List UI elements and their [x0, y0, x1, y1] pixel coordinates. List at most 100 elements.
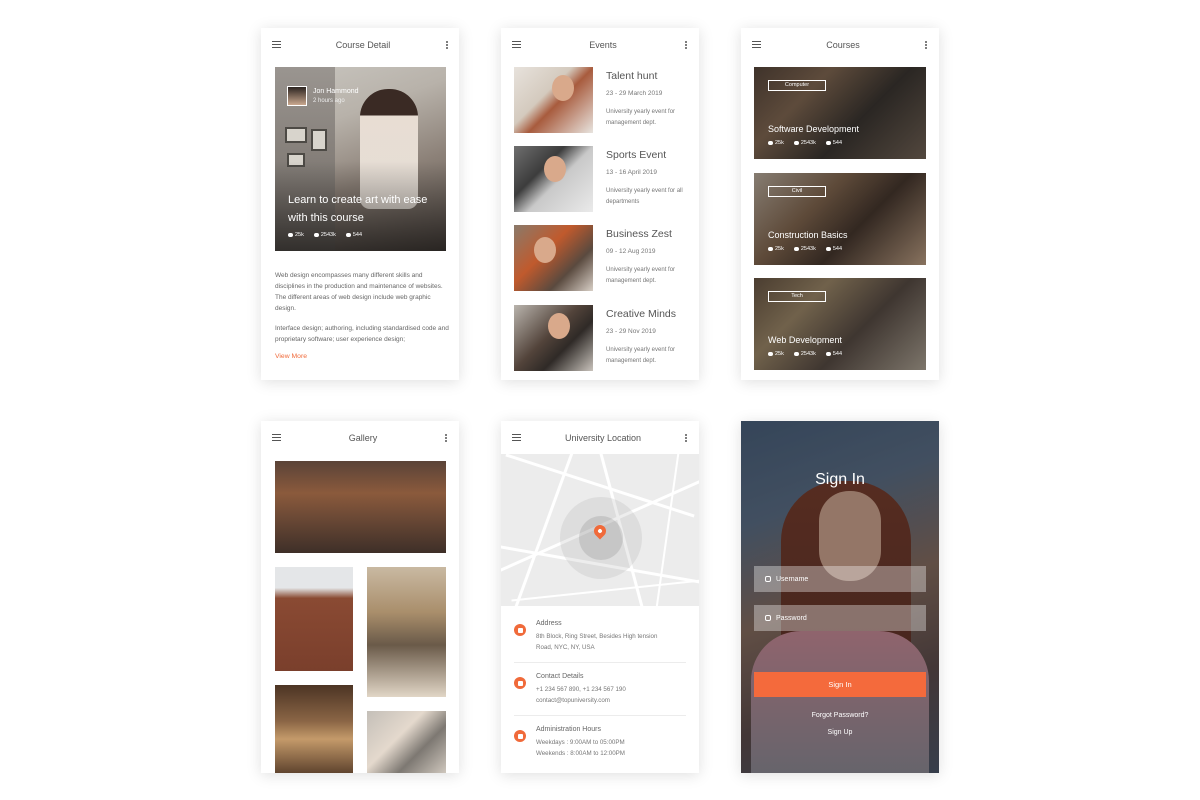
- pencil-icon: [825, 246, 831, 251]
- course-title: Web Development: [768, 335, 842, 345]
- course-hero-image[interactable]: Jon Hammond 2 hours ago Learn to create …: [275, 67, 446, 251]
- hamburger-icon[interactable]: [752, 41, 761, 48]
- event-description: University yearly event for management d…: [606, 267, 676, 284]
- forgot-password-link[interactable]: Forgot Password?: [741, 712, 939, 719]
- course-card[interactable]: Computer Software Development 25k 2543k …: [754, 67, 926, 159]
- event-description: University yearly event for management d…: [606, 347, 676, 364]
- hamburger-icon[interactable]: [272, 41, 281, 48]
- event-date: 23 - 29 Nov 2019: [606, 328, 656, 335]
- event-title: Creative Minds: [606, 308, 677, 320]
- comments-count: 544: [832, 140, 843, 146]
- course-title: Construction Basics: [768, 230, 848, 240]
- signin-button[interactable]: Sign In: [754, 672, 926, 697]
- event-date: 13 - 16 April 2019: [606, 169, 657, 176]
- event-date: 09 - 12 Aug 2019: [606, 248, 656, 255]
- course-card[interactable]: Tech Web Development 25k 2543k 544: [754, 278, 926, 370]
- hamburger-icon[interactable]: [272, 434, 281, 441]
- app-bar: Events: [501, 28, 699, 61]
- kebab-icon[interactable]: [925, 40, 928, 49]
- username-field[interactable]: Username: [754, 566, 926, 592]
- course-tag: Computer: [768, 80, 826, 91]
- comment-icon: [345, 232, 351, 237]
- gallery-image-library-hall[interactable]: [275, 461, 446, 553]
- address-line: 8th Block, Ring Street, Besides High ten…: [536, 633, 658, 640]
- hamburger-icon[interactable]: [512, 434, 521, 441]
- views-count: 2543k: [800, 351, 816, 357]
- eye-icon: [793, 246, 799, 251]
- pencil-icon: [825, 140, 831, 145]
- contact-phones[interactable]: +1 234 567 890, +1 234 567 190: [536, 686, 626, 693]
- app-bar: University Location: [501, 421, 699, 454]
- gallery-image-laptop[interactable]: [367, 711, 446, 773]
- screen-title: Course Detail: [335, 39, 391, 50]
- password-field[interactable]: Password: [754, 605, 926, 631]
- events-screen: Events Talent hunt 23 - 29 March 2019 Un…: [501, 28, 699, 380]
- signin-title: Sign In: [815, 471, 865, 488]
- likes-count: 25k: [295, 232, 304, 238]
- hamburger-icon[interactable]: [512, 41, 521, 48]
- kebab-icon[interactable]: [685, 40, 688, 49]
- course-headline: Learn to create art with ease with this …: [288, 194, 428, 224]
- username-placeholder: Username: [776, 575, 809, 583]
- screen-title: Courses: [826, 39, 860, 50]
- signup-link[interactable]: Sign Up: [741, 729, 939, 736]
- kebab-icon[interactable]: [445, 433, 448, 442]
- event-item[interactable]: Sports Event 13 - 16 April 2019 Universi…: [514, 146, 690, 212]
- contact-label: Contact Details: [536, 673, 584, 680]
- kebab-icon[interactable]: [445, 40, 448, 49]
- contact-email[interactable]: contact@topuniversity.com: [536, 697, 610, 704]
- view-more-link[interactable]: View More: [275, 353, 307, 360]
- lock-icon: [765, 615, 771, 621]
- event-item[interactable]: Creative Minds 23 - 29 Nov 2019 Universi…: [514, 305, 690, 371]
- hours-label: Administration Hours: [536, 726, 601, 733]
- comments-count: 544: [832, 351, 843, 357]
- eye-icon: [793, 351, 799, 356]
- course-stats: 25k 2543k 544: [288, 232, 362, 238]
- avatar[interactable]: [287, 86, 307, 106]
- event-thumbnail: [514, 305, 593, 371]
- chat-icon: [514, 677, 526, 689]
- event-item[interactable]: Talent hunt 23 - 29 March 2019 Universit…: [514, 67, 690, 133]
- event-title: Sports Event: [606, 149, 667, 161]
- author-name: Jon Hammond: [313, 88, 359, 95]
- course-title: Software Development: [768, 124, 860, 134]
- likes-count: 25k: [775, 246, 784, 252]
- heart-icon: [768, 351, 773, 356]
- likes-count: 25k: [775, 351, 784, 357]
- kebab-icon[interactable]: [685, 433, 688, 442]
- views-count: 2543k: [320, 232, 336, 238]
- gallery-image-tower[interactable]: [275, 567, 353, 671]
- password-placeholder: Password: [776, 614, 807, 622]
- screen-title: Events: [589, 39, 617, 50]
- clock-icon: [514, 730, 526, 742]
- signin-screen: Sign In Username Password Sign In Forgot…: [741, 421, 939, 773]
- event-item[interactable]: Business Zest 09 - 12 Aug 2019 Universit…: [514, 225, 690, 291]
- event-date: 23 - 29 March 2019: [606, 90, 663, 97]
- course-card[interactable]: Civil Construction Basics 25k 2543k 544: [754, 173, 926, 265]
- screen-title: University Location: [564, 432, 642, 443]
- address-line: Road, NYC, NY, USA: [536, 644, 595, 651]
- heart-icon: [768, 246, 773, 251]
- map-view[interactable]: [501, 454, 699, 606]
- app-bar: Gallery: [261, 421, 459, 454]
- gallery-screen: Gallery: [261, 421, 459, 773]
- course-stats: 25k 2543k 544: [768, 351, 842, 357]
- likes-count: 25k: [775, 140, 784, 146]
- event-description: University yearly event for management d…: [606, 109, 676, 126]
- course-tag: Civil: [768, 186, 826, 197]
- eye-icon: [793, 140, 799, 145]
- comments-count: 544: [352, 232, 363, 238]
- gallery-image-reading-room[interactable]: [275, 685, 353, 773]
- event-thumbnail: [514, 67, 593, 133]
- views-count: 2543k: [800, 246, 816, 252]
- comments-count: 544: [832, 246, 843, 252]
- description-paragraph: Interface design; authoring, including s…: [275, 325, 449, 343]
- event-title: Talent hunt: [606, 70, 658, 82]
- author-info: Jon Hammond 2 hours ago: [287, 86, 359, 106]
- course-detail-screen: Course Detail Jon Hammond 2 hours ago Le…: [261, 28, 459, 380]
- event-thumbnail: [514, 146, 593, 212]
- pencil-icon: [825, 351, 831, 356]
- hours-weekdays: Weekdays : 9:00AM to 05:00PM: [536, 739, 625, 746]
- gallery-image-lecture-hall[interactable]: [367, 567, 446, 697]
- address-label: Address: [536, 620, 562, 627]
